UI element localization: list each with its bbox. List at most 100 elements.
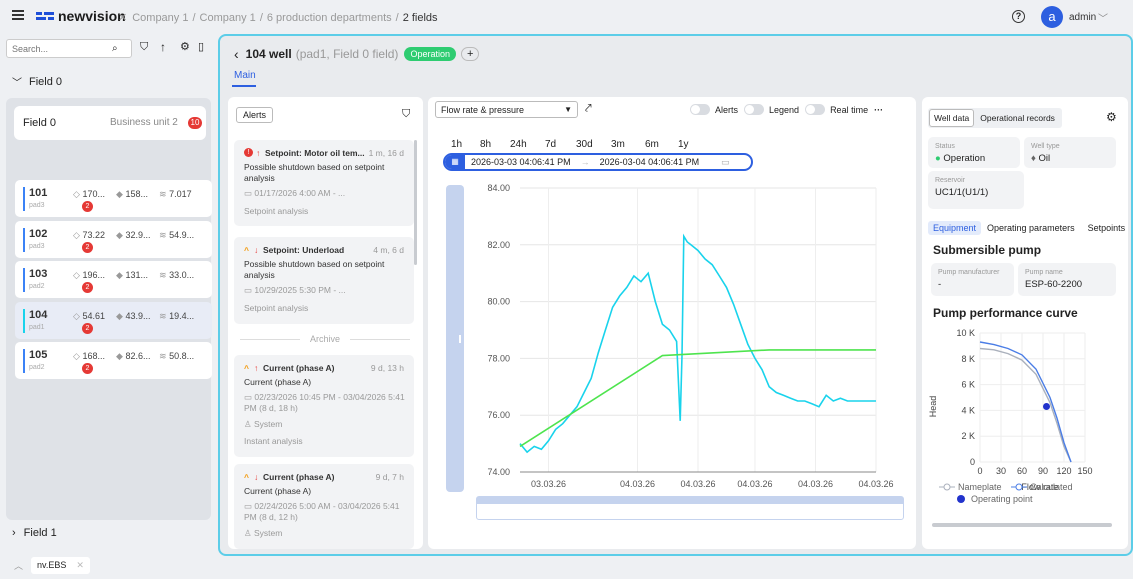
more-icon[interactable]: ···: [874, 105, 883, 115]
range-3m[interactable]: 3m: [611, 139, 625, 150]
well-number: 103: [29, 268, 48, 280]
panel-scrollbar[interactable]: [932, 523, 1112, 527]
user-name[interactable]: admin: [1069, 12, 1096, 23]
y-tick-label: 84.00: [487, 183, 510, 193]
document-icon[interactable]: ▯: [198, 40, 204, 53]
calendar-icon: ▭: [244, 392, 255, 402]
wave-icon: ≋: [159, 270, 167, 280]
status-badge: Operation: [404, 47, 456, 61]
back-icon[interactable]: ‹: [234, 46, 239, 62]
x-scroll-handle[interactable]: [477, 497, 903, 504]
calendar-icon[interactable]: ▭: [721, 157, 730, 168]
pump-y-tick-label: 4 K: [961, 405, 975, 415]
chevron-down-icon[interactable]: ﹀: [1098, 10, 1108, 25]
breadcrumb-item[interactable]: 6 production departments: [267, 12, 392, 24]
alert-card[interactable]: ^ ↓ Current (phase A) 9 d, 7 h Current (…: [234, 464, 414, 549]
well-item[interactable]: 105 pad2 ◇ 168... ◆ 82.6... ≋ 50.8... 2: [15, 342, 212, 379]
well-item[interactable]: 102 pad3 ◇ 73.22 ◆ 32.9... ≋ 54.9... 2: [15, 220, 212, 258]
search-box[interactable]: ⌕: [6, 39, 132, 58]
date-from[interactable]: 2026-03-03 04:06:41 PM: [471, 157, 571, 167]
legend-toggle[interactable]: [744, 104, 765, 115]
status-label: Status: [935, 143, 955, 150]
field1-toggle[interactable]: › Field 1: [12, 527, 57, 539]
user-icon: ♙: [244, 528, 254, 538]
well-item[interactable]: 101 pad3 ◇ 170... ◆ 158... ≋ 7.017 2: [15, 180, 212, 217]
x-scrollbar[interactable]: [476, 496, 904, 520]
gear-icon[interactable]: ⚙: [1106, 110, 1117, 124]
legend-operating-label: Operating point: [971, 494, 1033, 504]
settings-icon[interactable]: ⚙: [180, 40, 190, 53]
realtime-toggle[interactable]: [805, 104, 826, 115]
pump-series-calculated: [979, 341, 1072, 463]
pump-chart: 10 K8 K6 K4 K2 K00 30 60 90 120 150HeadFlow r…: [928, 328, 1093, 504]
filter-icon[interactable]: ⛉: [402, 108, 410, 121]
legend-operating-dot: [957, 495, 965, 503]
logo[interactable]: newvision: [36, 8, 126, 24]
alerts-button[interactable]: Alerts: [236, 107, 274, 123]
chevron-up-icon[interactable]: ︿: [14, 559, 23, 572]
avatar[interactable]: a: [1041, 6, 1063, 28]
well-pad: pad1: [29, 323, 45, 331]
footer-tab[interactable]: nv.EBS ✕: [31, 557, 90, 574]
watercut-metric: ≋ 54.9...: [159, 229, 195, 240]
range-1h[interactable]: 1h: [451, 139, 462, 150]
search-icon[interactable]: ⌕: [112, 43, 118, 54]
range-1y[interactable]: 1y: [678, 139, 689, 150]
field0-label: Field 0: [29, 75, 63, 88]
pump-series-nameplate: [979, 347, 1072, 463]
oil-metric: ◆ 43.9...: [116, 310, 151, 321]
archive-label: Archive: [310, 334, 341, 344]
tab-well-data[interactable]: Well data: [929, 109, 975, 127]
scrollbar[interactable]: [414, 140, 417, 265]
alert-down-icon: ↓: [254, 245, 259, 255]
drop-icon: ◆: [116, 310, 123, 321]
range-30d[interactable]: 30d: [576, 139, 593, 150]
trend-icon[interactable]: ⤤: [585, 101, 592, 116]
tab-main[interactable]: Main: [234, 70, 256, 81]
y-tick-label: 76.00: [487, 410, 510, 420]
filter-icon[interactable]: ⛉: [140, 41, 148, 54]
y-tick-label: 80.00: [487, 297, 510, 307]
alerts-toggle[interactable]: [690, 104, 710, 115]
range-6m[interactable]: 6m: [645, 139, 659, 150]
field-card[interactable]: Field 0 Business unit 2 10: [14, 106, 206, 140]
x-tick-label: 04.03.26: [680, 479, 715, 489]
help-icon[interactable]: ?: [1012, 10, 1025, 23]
alert-up-icon: ^: [244, 472, 249, 482]
range-24h[interactable]: 24h: [510, 139, 527, 150]
sort-icon[interactable]: ↑: [160, 40, 166, 54]
field0-toggle[interactable]: ﹀ Field 0: [12, 74, 63, 90]
subtab-equipment[interactable]: Equipment: [928, 221, 982, 235]
drop-icon: ◆: [116, 351, 123, 361]
alert-title: Setpoint: Motor oil tem...: [265, 148, 365, 158]
y-scrollbar[interactable]: [446, 185, 464, 492]
menu-icon[interactable]: [12, 10, 24, 20]
range-8h[interactable]: 8h: [480, 139, 491, 150]
breadcrumb-item[interactable]: Company 1: [200, 12, 256, 24]
calendar-icon[interactable]: ▦: [445, 155, 465, 169]
watercut-metric: ≋ 33.0...: [159, 270, 195, 280]
well-item[interactable]: 103 pad2 ◇ 196... ◆ 131... ≋ 33.0... 2: [15, 261, 212, 298]
range-7d[interactable]: 7d: [545, 139, 556, 150]
close-icon[interactable]: ✕: [76, 560, 84, 570]
alert-age: 1 m, 16 d: [368, 148, 404, 158]
drop-icon: ♦: [1031, 153, 1036, 164]
y-scroll-handle[interactable]: [459, 335, 461, 343]
subtab-operating-parameters[interactable]: Operating parameters: [987, 223, 1075, 233]
add-icon[interactable]: +: [460, 47, 480, 61]
close-icon[interactable]: ✕: [118, 11, 127, 24]
date-range-picker[interactable]: ▦ 2026-03-03 04:06:41 PM → 2026-03-04 04…: [443, 153, 753, 171]
series-select[interactable]: Flow rate & pressure ▼: [435, 101, 578, 118]
date-to[interactable]: 2026-03-04 04:06:41 PM: [600, 157, 700, 167]
logo-text: newvision: [58, 8, 126, 24]
alert-card[interactable]: ^ ↑ Current (phase A) 9 d, 13 h Current …: [234, 355, 414, 457]
alert-card[interactable]: ! ↑ Setpoint: Motor oil tem... 1 m, 16 d…: [234, 140, 414, 226]
tab-operational-records[interactable]: Operational records: [974, 110, 1061, 126]
subtab-setpoints[interactable]: Setpoints: [1088, 223, 1126, 233]
well-item[interactable]: 104 pad1 ◇ 54.61 ◆ 43.9... ≋ 19.4... 2: [15, 301, 212, 339]
search-input[interactable]: [12, 43, 112, 54]
realtime-toggle-label: Real time: [830, 104, 869, 115]
alert-time: ▭ 10/29/2025 5:30 PM - ...: [244, 285, 346, 295]
alert-card[interactable]: ^ ↓ Setpoint: Underload 4 m, 6 d Possibl…: [234, 237, 414, 324]
breadcrumb-item[interactable]: Company 1: [132, 12, 188, 24]
